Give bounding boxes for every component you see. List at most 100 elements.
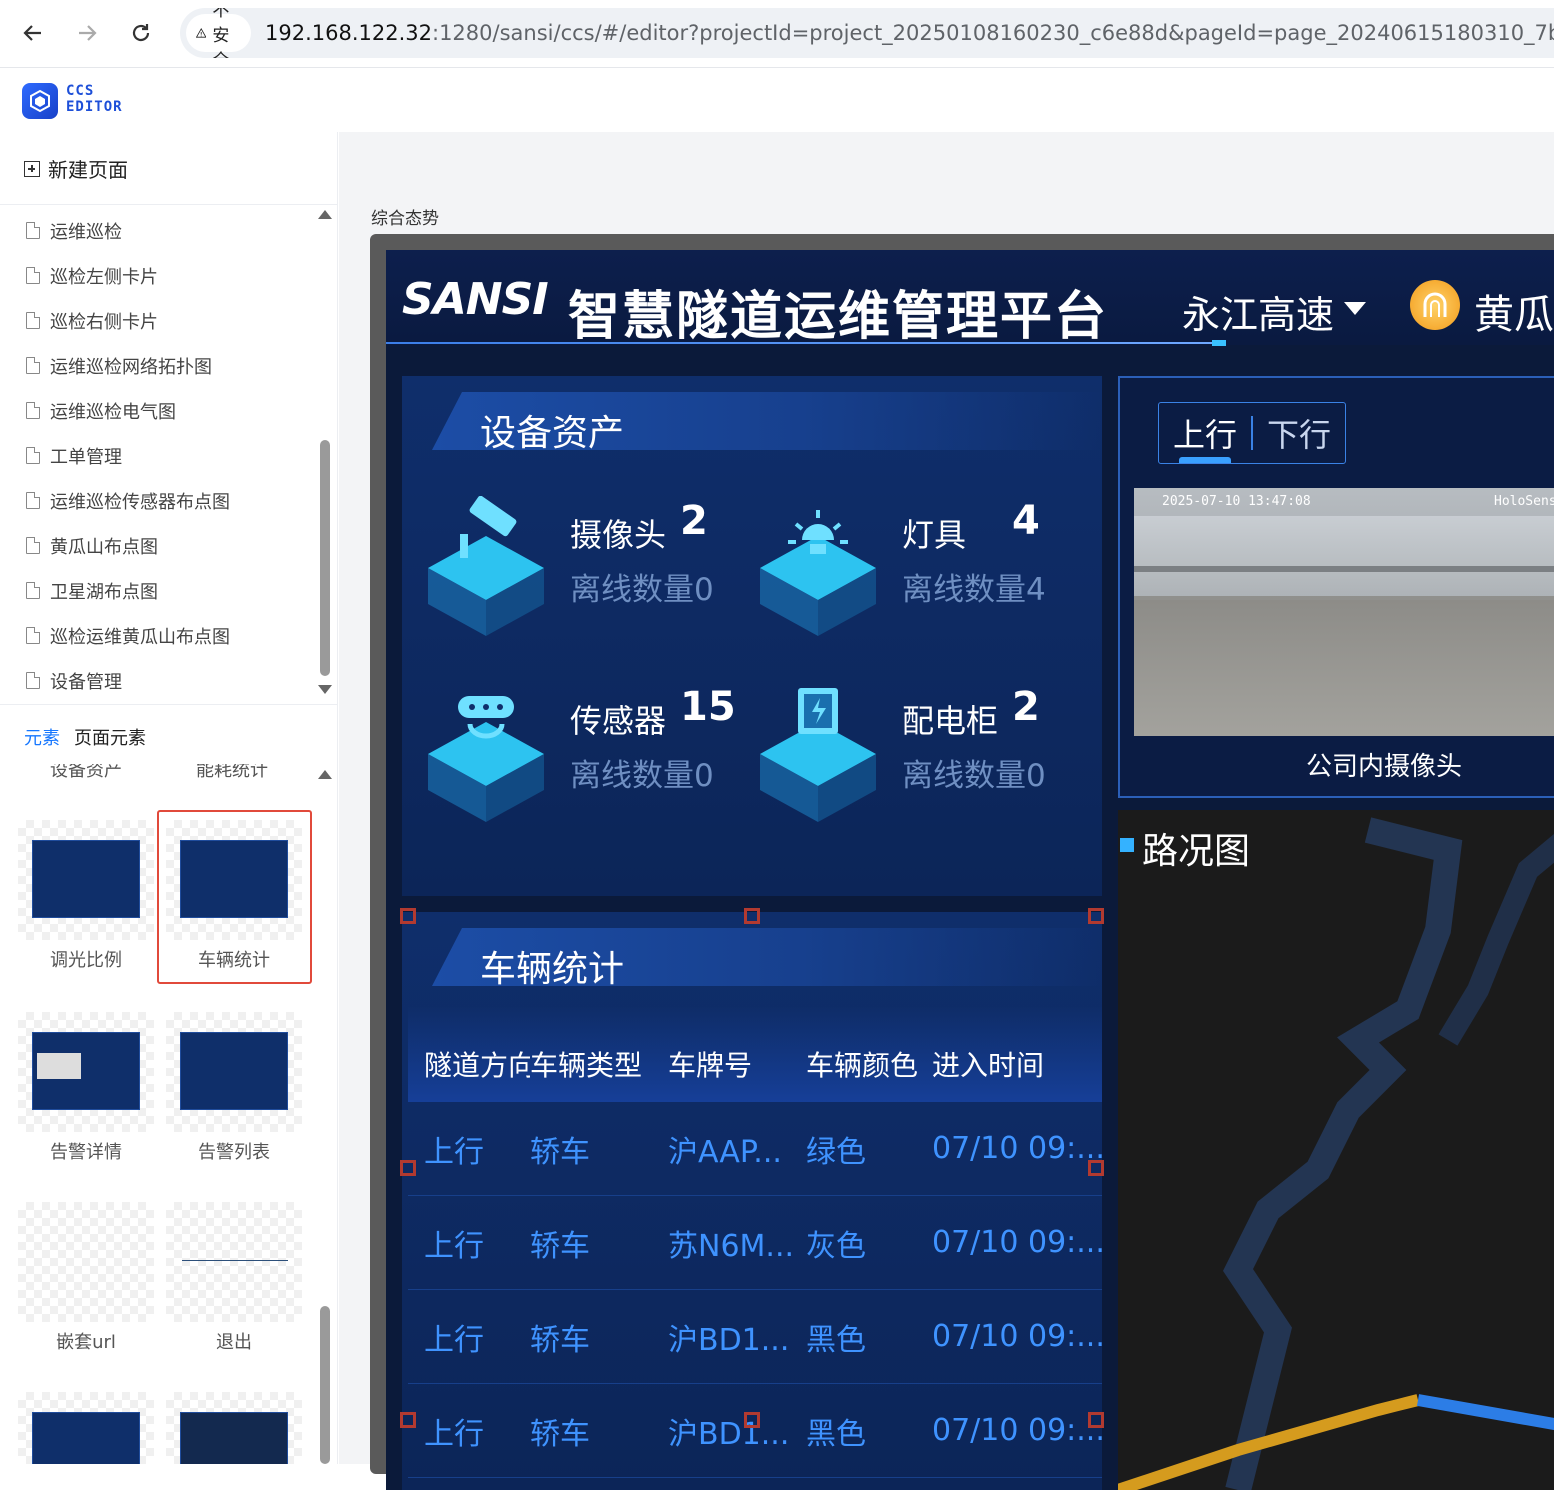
selected-element-outline	[157, 810, 312, 984]
scroll-up-icon[interactable]	[318, 770, 332, 779]
dashboard-header: SANSI 智慧隧道运维管理平台 永江高速 黄瓜	[386, 250, 1554, 347]
new-page-label: 新建页面	[48, 158, 128, 182]
asset-sensor[interactable]: 传感器 15 离线数量0	[402, 672, 736, 842]
plus-square-icon	[24, 160, 40, 177]
address-bar[interactable]: 不安全 192.168.122.32:1280/sansi/ccs/#/edit…	[180, 8, 1554, 58]
page-list-item[interactable]: 运维巡检	[0, 208, 310, 253]
platform-title: 智慧隧道运维管理平台	[568, 287, 1109, 347]
resize-handle[interactable]	[400, 1160, 416, 1176]
camera-icon	[428, 496, 544, 636]
table-row[interactable]: 上行 轿车 沪BD1... 黑色 07/10 09:...	[408, 1290, 1102, 1384]
page-list-scrollbar[interactable]	[320, 440, 330, 676]
map-drawing	[1118, 817, 1554, 1490]
map-title: 路况图	[1142, 831, 1251, 872]
element-card[interactable]: 告警列表	[166, 1012, 302, 1164]
power-cabinet-icon	[760, 688, 876, 822]
video-timestamp: 2025-07-10 13:47:08	[1162, 494, 1311, 509]
security-chip[interactable]: 不安全	[186, 8, 251, 58]
page-list-item[interactable]: 黄瓜山布点图	[0, 523, 310, 568]
element-thumbnail	[166, 1392, 302, 1464]
divider	[0, 204, 338, 205]
element-thumbnail	[18, 1202, 154, 1322]
asset-camera[interactable]: 摄像头 2 离线数量0	[402, 486, 732, 656]
page-list-item[interactable]: 工单管理	[0, 433, 310, 478]
title-underline-marker	[1212, 340, 1226, 346]
asset-cabinet[interactable]: 配电柜 2 离线数量0	[734, 672, 1064, 842]
table-row[interactable]: 上行 轿车 苏N6M... 灰色 07/10 09:...	[408, 1196, 1102, 1290]
video-panel[interactable]: 上行 下行 2025-07-10 13:47:08 HoloSens 公司内摄像…	[1118, 376, 1554, 798]
table-row[interactable]: 上行 轿车 沪AAP... 绿色 07/10 09:...	[408, 1102, 1102, 1196]
screen-frame: SANSI 智慧隧道运维管理平台 永江高速 黄瓜 设备资产 摄像头 2 离线数量…	[370, 234, 1554, 1490]
table-header: 隧道方向 车辆类型 车牌号 车辆颜色 进入时间	[408, 1006, 1102, 1102]
resize-handle[interactable]	[1088, 1160, 1104, 1176]
file-icon	[26, 672, 40, 689]
element-tabs: 元素 页面元素	[24, 724, 146, 750]
page-list-item[interactable]: 设备管理	[0, 658, 310, 703]
offline-count: 离线数量4	[902, 572, 1046, 608]
page-list-item[interactable]: 巡检运维黄瓜山布点图	[0, 613, 310, 658]
element-card[interactable]: 调光比例	[18, 820, 154, 972]
page-list-item[interactable]: 运维巡检传感器布点图	[0, 478, 310, 523]
new-page-button[interactable]: 新建页面	[24, 154, 128, 183]
app-header: CCS EDITOR	[0, 68, 1554, 132]
vehicle-table: 隧道方向 车辆类型 车牌号 车辆颜色 进入时间 上行 轿车 沪AAP... 绿色 07/…	[408, 1006, 1102, 1478]
caret-down-icon[interactable]	[1344, 302, 1366, 315]
resize-handle[interactable]	[400, 1412, 416, 1428]
file-icon	[26, 537, 40, 554]
direction-tabs: 上行 下行	[1158, 402, 1346, 464]
resize-handle[interactable]	[1088, 908, 1104, 924]
dashboard-screen: SANSI 智慧隧道运维管理平台 永江高速 黄瓜 设备资产 摄像头 2 离线数量…	[386, 250, 1554, 1490]
vehicle-panel-title: 车辆统计	[480, 949, 625, 990]
reload-icon[interactable]	[122, 14, 160, 52]
security-label: 不安全	[212, 8, 230, 58]
file-icon	[26, 357, 40, 374]
resize-handle[interactable]	[744, 908, 760, 924]
element-label-partial: 设备资产	[50, 764, 122, 781]
element-grid-scrollbar[interactable]	[320, 1306, 330, 1464]
tab-elements[interactable]: 元素	[24, 724, 60, 750]
app-logo-text: CCS EDITOR	[66, 83, 123, 115]
editor-canvas: 综合态势 SANSI 智慧隧道运维管理平台 永江高速 黄瓜 设备资产 摄像头 2…	[339, 132, 1554, 1490]
file-icon	[26, 402, 40, 419]
resize-handle[interactable]	[1088, 1412, 1104, 1428]
asset-panel[interactable]: 设备资产 摄像头 2 离线数量0 灯具 4 离线数量4 传感器 15 离线数量0…	[402, 376, 1102, 896]
forward-icon[interactable]	[68, 14, 106, 52]
scroll-down-icon[interactable]	[318, 685, 332, 694]
brand-logo: SANSI	[402, 274, 549, 325]
tab-upstream[interactable]: 上行	[1159, 410, 1251, 456]
tab-downstream[interactable]: 下行	[1253, 410, 1345, 456]
sensor-icon	[428, 696, 544, 822]
tab-page-elements[interactable]: 页面元素	[74, 724, 146, 750]
resize-handle[interactable]	[400, 908, 416, 924]
asset-light[interactable]: 灯具 4 离线数量4	[734, 486, 1064, 656]
page-list-item[interactable]: 运维巡检网络拓扑图	[0, 343, 310, 388]
camera-caption: 公司内摄像头	[1306, 752, 1463, 782]
tunnel-name[interactable]: 黄瓜	[1474, 282, 1554, 340]
element-card[interactable]	[166, 1392, 302, 1464]
camera-video[interactable]: 2025-07-10 13:47:08 HoloSens	[1134, 488, 1554, 736]
page-list-item[interactable]: 运维巡检电气图	[0, 388, 310, 433]
element-card[interactable]: 告警详情	[18, 1012, 154, 1164]
tunnel-icon	[1410, 280, 1460, 330]
scroll-up-icon[interactable]	[318, 210, 332, 219]
file-icon	[26, 492, 40, 509]
offline-count: 离线数量0	[570, 758, 714, 794]
url-text: 192.168.122.32:1280/sansi/ccs/#/editor?p…	[265, 21, 1554, 45]
page-list-item[interactable]: 巡检右侧卡片	[0, 298, 310, 343]
page-list-item[interactable]: 巡检左侧卡片	[0, 253, 310, 298]
vehicle-panel[interactable]: 车辆统计 隧道方向 车辆类型 车牌号 车辆颜色 进入时间 上行 轿车 沪AAP...…	[402, 912, 1102, 1490]
region-selector[interactable]: 永江高速	[1182, 284, 1334, 339]
road-map[interactable]: 路况图	[1118, 810, 1554, 1490]
file-icon	[26, 312, 40, 329]
element-thumbnail	[18, 1392, 154, 1464]
element-card[interactable]: 退出	[166, 1202, 302, 1354]
element-card[interactable]: 嵌套url	[18, 1202, 154, 1354]
element-card[interactable]	[18, 1392, 154, 1464]
back-icon[interactable]	[14, 14, 52, 52]
element-thumbnail	[166, 1202, 302, 1322]
page-list-item[interactable]: 卫星湖布点图	[0, 568, 310, 613]
warning-icon	[196, 27, 207, 38]
resize-handle[interactable]	[744, 1412, 760, 1428]
file-icon	[26, 627, 40, 644]
file-icon	[26, 267, 40, 284]
